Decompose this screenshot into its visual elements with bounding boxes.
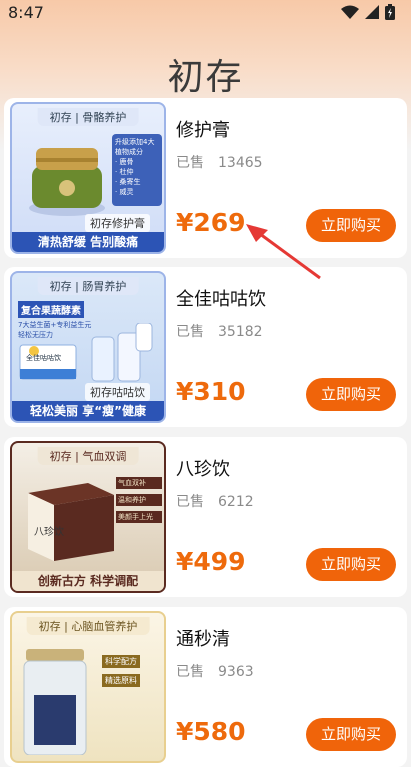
product-image[interactable]: 初存 | 骨骼养护 升级添加4大植物成分 · 鹿骨 · 杜仲 · 桑寄生 · 威… xyxy=(10,102,166,254)
benefit-tag: 温和养护 xyxy=(116,494,162,506)
thumb-header: 初存 | 心脑血管养护 xyxy=(26,617,150,635)
sold-info: 已售 6212 xyxy=(176,491,254,511)
benefit-tag: 精选原料 xyxy=(102,674,140,687)
product-card[interactable]: 初存 | 骨骼养护 升级添加4大植物成分 · 鹿骨 · 杜仲 · 桑寄生 · 威… xyxy=(4,98,407,258)
thumb-footer: 创新古方 科学调配 xyxy=(12,571,164,591)
product-image[interactable]: 初存 | 心脑血管养护 科学配方 精选原料 xyxy=(10,611,166,763)
product-name: 修护膏 xyxy=(176,120,230,141)
benefit-tag: 美颜手上光 xyxy=(116,511,162,523)
benefit-tag: 科学配方 xyxy=(102,655,140,668)
sold-count: 13465 xyxy=(218,155,263,171)
benefit-tags: 科学配方 精选原料 xyxy=(102,655,140,687)
sold-count: 35182 xyxy=(218,324,263,340)
sold-label: 已售 xyxy=(176,324,204,340)
product-price: ¥499 xyxy=(176,547,246,576)
thumb-header: 初存 | 骨骼养护 xyxy=(37,108,139,126)
box-label: 全佳咕咕饮 xyxy=(26,354,61,362)
product-price: ¥310 xyxy=(176,377,246,406)
sold-info: 已售 35182 xyxy=(176,321,263,341)
product-name: 八珍饮 xyxy=(176,459,230,480)
product-name: 通秒清 xyxy=(176,629,230,650)
thumb-footer: 轻松美丽 享“瘦”健康 xyxy=(12,401,164,421)
sold-count: 9363 xyxy=(218,664,254,680)
product-image[interactable]: 初存 | 气血双调 八珍饮 气血双补 温和养护 美颜手上光 创新古方 科学调配 xyxy=(10,441,166,593)
arrow-annotation-icon xyxy=(246,224,321,280)
wifi-icon xyxy=(341,5,359,19)
sold-label: 已售 xyxy=(176,664,204,680)
thumb-caption: 初存咕咕饮 xyxy=(85,383,150,401)
sold-info: 已售 13465 xyxy=(176,152,263,172)
status-icons xyxy=(341,4,395,20)
product-price: ¥269 xyxy=(176,208,246,237)
ingredient-panel: 升级添加4大植物成分 · 鹿骨 · 杜仲 · 桑寄生 · 威灵 xyxy=(112,134,162,206)
product-card[interactable]: 初存 | 肠胃养护 复合果蔬酵素 7大益生菌+专利益生元 轻松无压力 全佳咕咕饮… xyxy=(4,267,407,427)
sold-label: 已售 xyxy=(176,155,204,171)
ingredient-panel-title: 升级添加4大植物成分 xyxy=(115,138,155,156)
thumb-banner-title: 复合果蔬酵素 xyxy=(18,301,84,318)
page-title: 初存 xyxy=(167,57,244,98)
box-label: 八珍饮 xyxy=(34,525,64,538)
signal-icon xyxy=(365,5,379,19)
sold-label: 已售 xyxy=(176,494,204,510)
ingredient-item: · 桑寄生 xyxy=(115,178,141,186)
product-price: ¥580 xyxy=(176,717,246,746)
battery-icon xyxy=(385,4,395,20)
gift-box-graphic: 八珍饮 xyxy=(28,483,114,561)
ingredient-item: · 鹿骨 xyxy=(115,158,134,166)
jar-graphic xyxy=(23,649,87,755)
sold-info: 已售 9363 xyxy=(176,661,254,681)
benefit-tags: 气血双补 温和养护 美颜手上光 xyxy=(116,477,162,523)
product-card[interactable]: 初存 | 心脑血管养护 科学配方 精选原料 通秒清 已售 9363 ¥580 立即… xyxy=(4,607,407,767)
buy-now-button[interactable]: 立即购买 xyxy=(306,718,396,751)
buy-now-button[interactable]: 立即购买 xyxy=(306,548,396,581)
product-card[interactable]: 初存 | 气血双调 八珍饮 气血双补 温和养护 美颜手上光 创新古方 科学调配 … xyxy=(4,437,407,597)
thumb-caption: 初存修护膏 xyxy=(85,214,150,232)
thumb-header: 初存 | 肠胃养护 xyxy=(37,277,139,295)
buy-now-button[interactable]: 立即购买 xyxy=(306,378,396,411)
product-image[interactable]: 初存 | 肠胃养护 复合果蔬酵素 7大益生菌+专利益生元 轻松无压力 全佳咕咕饮… xyxy=(10,271,166,423)
thumb-header: 初存 | 气血双调 xyxy=(37,447,139,465)
sold-count: 6212 xyxy=(218,494,254,510)
product-name: 全佳咕咕饮 xyxy=(176,289,266,310)
ingredient-item: · 威灵 xyxy=(115,188,134,196)
benefit-tag: 气血双补 xyxy=(116,477,162,489)
status-time: 8:47 xyxy=(8,3,44,22)
status-bar: 8:47 xyxy=(0,0,411,26)
thumb-footer: 清热舒缓 告别酸痛 xyxy=(12,232,164,252)
cream-jar-graphic xyxy=(29,148,105,216)
ingredient-item: · 杜仲 xyxy=(115,168,134,176)
